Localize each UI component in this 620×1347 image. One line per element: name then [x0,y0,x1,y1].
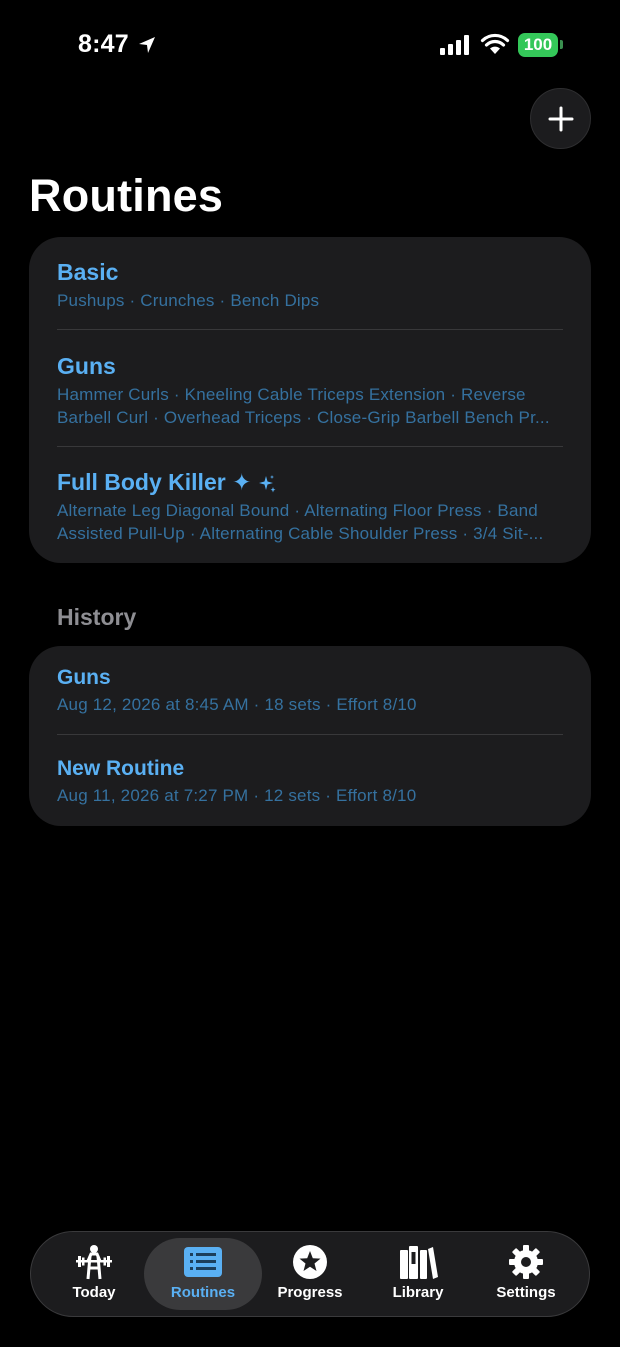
divider [57,329,563,330]
weightlifter-icon [76,1245,112,1280]
status-time: 8:47 [78,30,129,58]
routine-item[interactable]: Full Body Killer ✦ Alternate Leg Diagona… [57,469,563,545]
tab-label: Progress [277,1284,343,1301]
wifi-icon [480,33,510,54]
books-icon [400,1246,438,1279]
routine-exercises-line: Hammer Curls · Kneeling Cable Triceps Ex… [57,385,526,404]
history-details: Aug 11, 2026 at 7:27 PM · 12 sets · Effo… [57,784,563,807]
history-details-line: Aug 12, 2026 at 8:45 AM · 18 sets · Effo… [57,695,417,714]
battery-tip [560,40,563,49]
tab-settings[interactable]: Settings [467,1238,585,1310]
tab-label: Settings [496,1284,556,1301]
history-details: Aug 12, 2026 at 8:45 AM · 18 sets · Effo… [57,693,563,716]
page-title: Routines [29,170,224,221]
plus-icon [548,106,573,131]
tab-routines[interactable]: Routines [144,1238,262,1310]
routine-exercises-line: Pushups · Crunches · Bench Dips [57,291,320,310]
routines-list: Basic Pushups · Crunches · Bench Dips Gu… [29,237,591,563]
routine-exercises-line: Alternate Leg Diagonal Bound · Alternati… [57,501,538,520]
routine-item[interactable]: Guns Hammer Curls · Kneeling Cable Trice… [57,353,563,429]
routine-exercises: Hammer Curls · Kneeling Cable Triceps Ex… [57,383,563,429]
tab-bar: Today Routines Progress Library Settings [30,1231,590,1317]
battery-indicator: 100 [518,33,558,57]
divider [57,446,563,447]
history-details-line: Aug 11, 2026 at 7:27 PM · 12 sets · Effo… [57,786,417,805]
star-circle-icon [293,1245,327,1279]
cellular-signal-icon [440,35,469,55]
battery-level: 100 [523,35,553,54]
routine-name: Guns [57,353,116,379]
divider [57,734,563,735]
add-routine-button[interactable] [530,88,591,149]
history-header: History [57,604,137,630]
tab-label: Routines [170,1284,236,1301]
tab-label: Library [392,1284,444,1301]
history-item[interactable]: Guns Aug 12, 2026 at 8:45 AM · 18 sets ·… [57,666,563,716]
routine-exercises: Alternate Leg Diagonal Bound · Alternati… [57,499,563,545]
routine-name: Full Body Killer ✦ [57,469,252,495]
history-routine-name: New Routine [57,757,185,780]
tab-today[interactable]: Today [35,1238,153,1310]
gear-icon [509,1245,543,1279]
tab-progress[interactable]: Progress [251,1238,369,1310]
routine-exercises-line: Barbell Curl · Overhead Triceps · Close-… [57,408,550,427]
sparkles-icon [259,474,276,493]
history-routine-name: Guns [57,666,111,689]
location-arrow-icon [139,37,155,53]
screen: 8:47 100 Routines Basic Pushups · Crunch… [0,0,620,1347]
routine-exercises: Pushups · Crunches · Bench Dips [57,289,563,312]
routine-name: Basic [57,259,119,285]
history-item[interactable]: New Routine Aug 11, 2026 at 7:27 PM · 12… [57,757,563,807]
routine-item[interactable]: Basic Pushups · Crunches · Bench Dips [57,259,563,312]
routine-title-row: Full Body Killer ✦ [57,469,563,496]
tab-label: Today [72,1284,116,1301]
tab-library[interactable]: Library [359,1238,477,1310]
list-icon [184,1247,222,1277]
history-list: Guns Aug 12, 2026 at 8:45 AM · 18 sets ·… [29,646,591,826]
routine-exercises-line: Assisted Pull-Up · Alternating Cable Sho… [57,524,544,543]
